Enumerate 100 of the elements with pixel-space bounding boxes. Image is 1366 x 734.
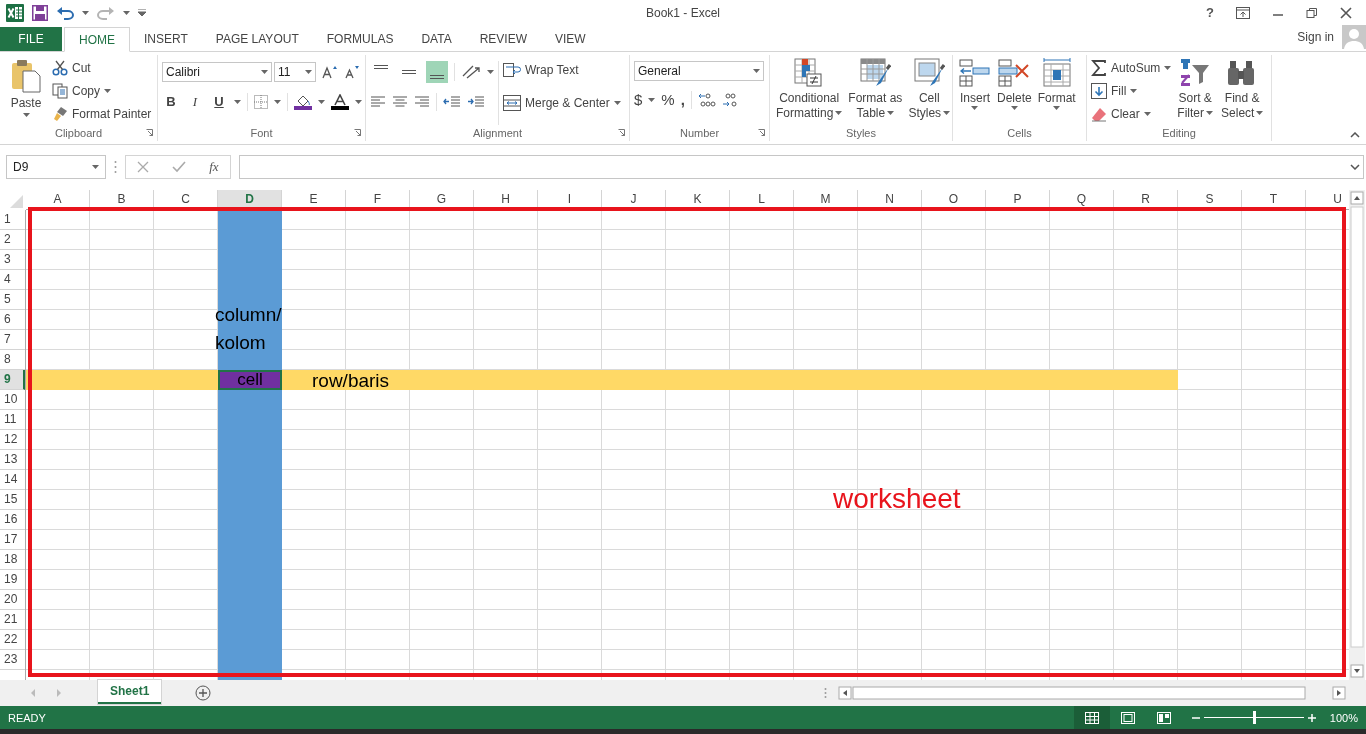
row-header[interactable]: 17 bbox=[0, 530, 25, 551]
bottom-align-button[interactable] bbox=[426, 60, 448, 83]
customize-toolbar-icon[interactable] bbox=[138, 9, 146, 17]
row-header[interactable]: 12 bbox=[0, 430, 25, 451]
column-header[interactable]: N bbox=[858, 190, 922, 211]
binoculars-button[interactable]: Find & Select bbox=[1219, 56, 1266, 121]
ribbon-tab[interactable]: INSERT bbox=[130, 26, 202, 51]
row-header[interactable]: 15 bbox=[0, 490, 25, 511]
font-size-field[interactable]: 11 bbox=[274, 61, 316, 82]
enter-check-icon[interactable] bbox=[172, 161, 187, 174]
decrease-decimal-icon[interactable] bbox=[721, 91, 740, 108]
dialog-launcher-icon[interactable] bbox=[758, 129, 765, 137]
spreadsheet-app-icon[interactable] bbox=[6, 3, 24, 22]
currency-button[interactable]: $ bbox=[634, 91, 643, 109]
sort-filter-button[interactable]: Sort & Filter bbox=[1175, 56, 1216, 121]
column-header[interactable]: S bbox=[1178, 190, 1242, 211]
row-header[interactable]: 3 bbox=[0, 250, 25, 271]
sheet-tab[interactable]: Sheet1 bbox=[98, 680, 162, 705]
copy-button[interactable]: Copy bbox=[52, 81, 152, 101]
horizontal-scrollbar[interactable] bbox=[837, 685, 1349, 702]
conditional-formatting-button[interactable]: Conditional Formatting bbox=[774, 56, 845, 121]
decrease-indent-icon[interactable] bbox=[443, 95, 461, 108]
row-header[interactable]: 18 bbox=[0, 550, 25, 571]
ribbon-tab[interactable]: VIEW bbox=[541, 26, 600, 51]
column-header[interactable]: R bbox=[1114, 190, 1178, 211]
formula-input-field[interactable] bbox=[239, 155, 1364, 180]
help-button[interactable]: ? bbox=[1206, 5, 1214, 21]
font-name-field[interactable]: Calibri bbox=[162, 61, 272, 82]
comma-style-button[interactable]: , bbox=[680, 91, 685, 109]
text-orientation-icon[interactable] bbox=[461, 63, 481, 80]
row-header[interactable]: 11 bbox=[0, 410, 25, 431]
dialog-launcher-icon[interactable] bbox=[354, 129, 361, 137]
cut-button[interactable]: Cut bbox=[52, 58, 152, 78]
number-format-field[interactable]: General bbox=[634, 60, 764, 81]
row-header[interactable]: 9 bbox=[0, 370, 25, 391]
ribbon-tab[interactable]: PAGE LAYOUT bbox=[201, 26, 313, 51]
row-header[interactable]: 4 bbox=[0, 270, 25, 291]
underline-button[interactable]: U bbox=[210, 94, 228, 110]
column-header[interactable]: B bbox=[90, 190, 154, 211]
row-header[interactable]: 6 bbox=[0, 310, 25, 331]
ribbon-tab[interactable]: FILE bbox=[0, 26, 62, 51]
ribbon-display-options-icon[interactable] bbox=[1236, 6, 1250, 19]
format-cells-button[interactable]: Format bbox=[1035, 56, 1078, 110]
dialog-launcher-icon[interactable] bbox=[146, 129, 153, 137]
bold-button[interactable]: B bbox=[162, 94, 180, 110]
row-header[interactable]: 13 bbox=[0, 450, 25, 471]
row-header[interactable]: 1 bbox=[0, 210, 25, 231]
format-as-table-button[interactable]: Format as Table bbox=[846, 56, 905, 121]
italic-button[interactable]: I bbox=[186, 93, 204, 110]
fill-color-icon[interactable] bbox=[294, 93, 312, 110]
row-header[interactable]: 10 bbox=[0, 390, 25, 411]
column-header[interactable]: L bbox=[730, 190, 794, 211]
add-sheet-icon[interactable] bbox=[195, 685, 212, 702]
column-header[interactable]: T bbox=[1242, 190, 1306, 211]
row-header[interactable]: 14 bbox=[0, 470, 25, 491]
ribbon-tab[interactable]: HOME bbox=[64, 26, 130, 52]
normal-view-button[interactable] bbox=[1073, 706, 1110, 730]
row-header[interactable]: 21 bbox=[0, 610, 25, 631]
row-header[interactable]: 20 bbox=[0, 590, 25, 611]
row-header[interactable]: 19 bbox=[0, 570, 25, 591]
column-header[interactable]: E bbox=[282, 190, 346, 211]
increase-decimal-icon[interactable] bbox=[697, 91, 716, 108]
fill-button[interactable]: Fill bbox=[1091, 81, 1172, 101]
restore-icon[interactable] bbox=[1306, 6, 1318, 19]
merge-center-button[interactable]: Merge & Center bbox=[503, 93, 621, 113]
insert-cells-button[interactable]: Insert bbox=[957, 56, 993, 110]
paste-button[interactable]: Paste bbox=[4, 56, 48, 119]
borders-icon[interactable] bbox=[254, 94, 268, 109]
column-header[interactable]: M bbox=[794, 190, 858, 211]
clear-button[interactable]: Clear bbox=[1091, 104, 1172, 124]
format-painter-button[interactable]: Format Painter bbox=[52, 104, 152, 124]
column-header[interactable]: A bbox=[26, 190, 90, 211]
expand-formula-bar-icon[interactable] bbox=[1350, 164, 1360, 171]
column-header[interactable]: J bbox=[602, 190, 666, 211]
row-header[interactable]: 22 bbox=[0, 630, 25, 651]
zoom-level-text[interactable]: 100% bbox=[1315, 711, 1366, 724]
column-header[interactable]: H bbox=[474, 190, 538, 211]
column-header[interactable]: K bbox=[666, 190, 730, 211]
column-header[interactable]: P bbox=[986, 190, 1050, 211]
row-header[interactable]: 16 bbox=[0, 510, 25, 531]
sign-in-link[interactable]: Sign in bbox=[1297, 30, 1334, 45]
increase-indent-icon[interactable] bbox=[467, 95, 485, 108]
percent-button[interactable]: % bbox=[661, 91, 675, 109]
row-header[interactable]: 7 bbox=[0, 330, 25, 351]
font-color-icon[interactable] bbox=[331, 93, 349, 110]
column-header[interactable]: O bbox=[922, 190, 986, 211]
zoom-in-icon[interactable] bbox=[1307, 713, 1316, 722]
wrap-text-button[interactable]: Wrap Text bbox=[503, 60, 621, 80]
ribbon-tab[interactable]: FORMULAS bbox=[312, 26, 408, 51]
delete-cells-button[interactable]: Delete bbox=[995, 56, 1034, 110]
column-header[interactable]: G bbox=[410, 190, 474, 211]
undo-icon[interactable] bbox=[56, 5, 74, 20]
ribbon-tab[interactable]: REVIEW bbox=[465, 26, 541, 51]
collapse-ribbon-icon[interactable] bbox=[1350, 132, 1360, 139]
close-icon[interactable] bbox=[1340, 6, 1352, 19]
zoom-slider-thumb[interactable] bbox=[1252, 711, 1256, 725]
save-icon[interactable] bbox=[32, 4, 48, 21]
insert-function-button[interactable]: fx bbox=[209, 159, 219, 176]
column-header[interactable]: Q bbox=[1050, 190, 1114, 211]
column-header[interactable]: F bbox=[346, 190, 410, 211]
